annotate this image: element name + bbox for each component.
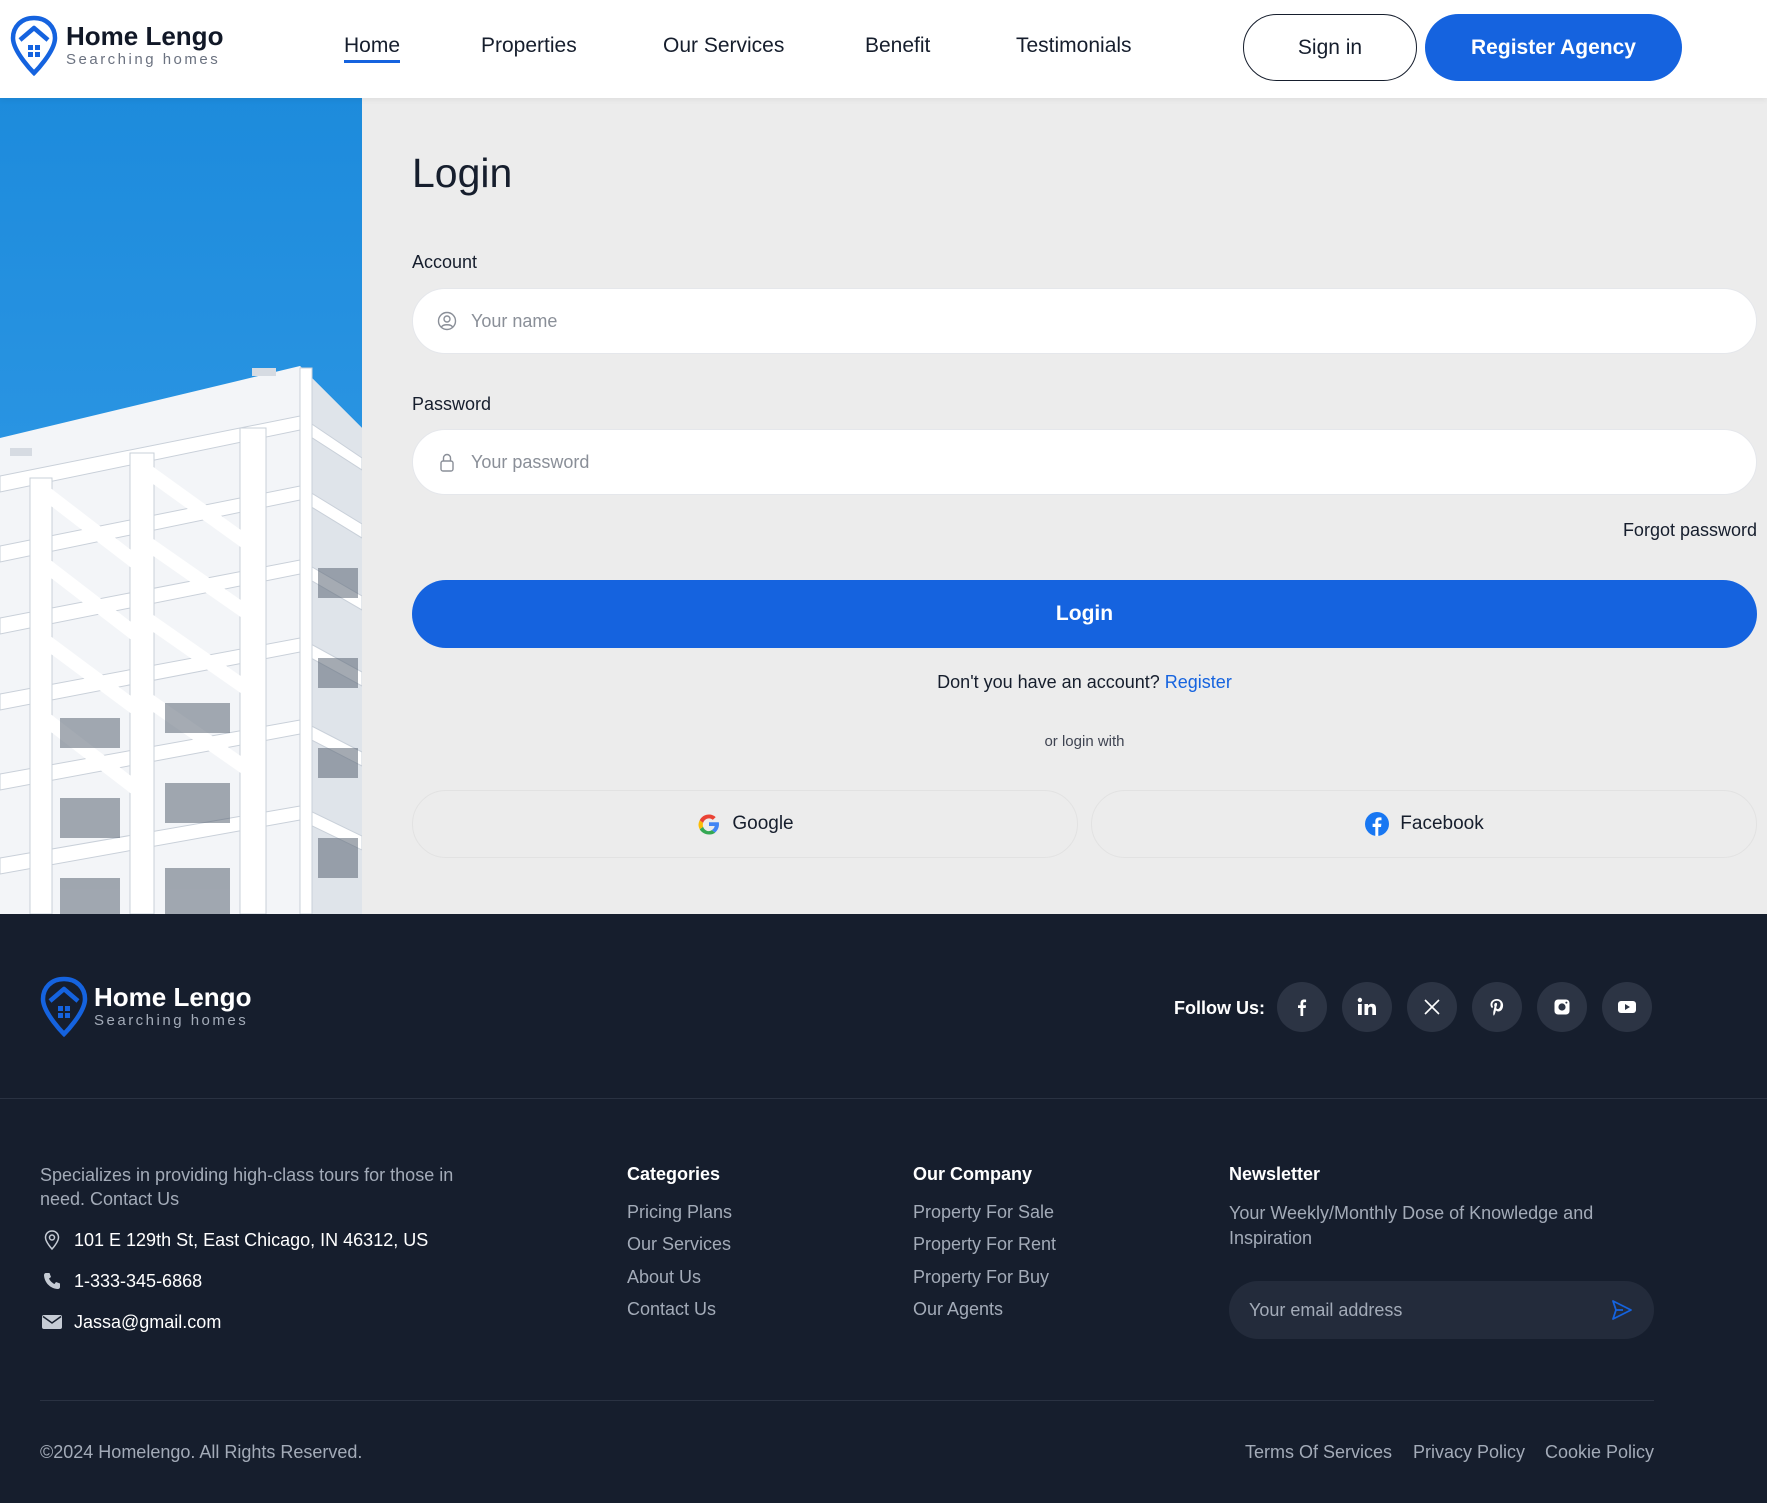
footer-divider — [0, 1098, 1767, 1099]
nav-our-services[interactable]: Our Services — [663, 34, 784, 58]
footer-logo-tagline: Searching homes — [94, 1012, 249, 1029]
address-text: 101 E 129th St, East Chicago, IN 46312, … — [74, 1229, 429, 1250]
categories-title: Categories — [627, 1164, 721, 1184]
link-our-services[interactable]: Our Services — [627, 1234, 731, 1255]
footer-bottom-divider — [40, 1400, 1654, 1401]
footer-phone[interactable]: 1-333-345-6868 — [40, 1269, 202, 1293]
account-placeholder: Your name — [471, 310, 558, 331]
instagram-icon[interactable] — [1537, 982, 1587, 1032]
register-agency-button[interactable]: Register Agency — [1425, 14, 1682, 81]
link-about-us[interactable]: About Us — [627, 1267, 701, 1288]
account-label: Account — [412, 252, 478, 272]
footer-logo-title: Home Lengo — [94, 982, 252, 1012]
link-property-for-sale[interactable]: Property For Sale — [913, 1202, 1054, 1223]
nav-benefit[interactable]: Benefit — [865, 34, 930, 58]
footer-logo[interactable]: Home Lengo Searching homes — [40, 976, 251, 1038]
password-label: Password — [412, 394, 492, 414]
lock-icon — [437, 452, 457, 472]
account-input[interactable]: Your name — [412, 288, 1757, 354]
logo-icon — [10, 15, 58, 77]
nav-home[interactable]: Home — [344, 34, 401, 63]
newsletter-text: Your Weekly/Monthly Dose of Knowledge an… — [1229, 1203, 1594, 1248]
logo-title: Home Lengo — [66, 21, 224, 51]
link-property-for-buy[interactable]: Property For Buy — [913, 1267, 1049, 1288]
site-header: Home Lengo Searching homes Home Properti… — [0, 0, 1767, 98]
linkedin-icon[interactable] — [1342, 982, 1392, 1032]
password-placeholder: Your password — [471, 451, 590, 472]
google-icon — [698, 814, 720, 835]
newsletter-title: Newsletter — [1229, 1164, 1321, 1184]
header-logo[interactable]: Home Lengo Searching homes — [10, 14, 223, 78]
phone-icon — [40, 1269, 64, 1293]
google-login-button[interactable]: Google — [412, 790, 1078, 858]
youtube-icon[interactable] — [1602, 982, 1652, 1032]
pinterest-icon[interactable] — [1472, 982, 1522, 1032]
no-account-label: Don't you have an account? — [937, 672, 1160, 692]
link-contact-us[interactable]: Contact Us — [627, 1299, 716, 1320]
user-icon — [437, 311, 457, 331]
facebook-icon[interactable] — [1277, 982, 1327, 1032]
follow-us-label: Follow Us: — [1174, 998, 1265, 1018]
google-label: Google — [732, 813, 794, 834]
newsletter-placeholder: Your email address — [1249, 1299, 1403, 1320]
nav-properties[interactable]: Properties — [481, 34, 577, 58]
privacy-policy-link[interactable]: Privacy Policy — [1413, 1442, 1525, 1463]
login-panel: Login Account Your name Password Your pa… — [362, 98, 1767, 914]
footer-email[interactable]: Jassa@gmail.com — [40, 1310, 221, 1334]
terms-link[interactable]: Terms Of Services — [1245, 1442, 1392, 1463]
facebook-label: Facebook — [1400, 813, 1484, 834]
facebook-icon — [1365, 812, 1390, 836]
link-property-for-rent[interactable]: Property For Rent — [913, 1234, 1056, 1255]
x-icon[interactable] — [1407, 982, 1457, 1032]
company-title: Our Company — [913, 1164, 1033, 1184]
building-image — [0, 98, 362, 914]
phone-text: 1-333-345-6868 — [74, 1270, 203, 1291]
cookie-policy-link[interactable]: Cookie Policy — [1545, 1442, 1654, 1463]
logo-icon — [40, 976, 88, 1038]
send-icon[interactable] — [1610, 1298, 1634, 1327]
sign-in-button[interactable]: Sign in — [1243, 14, 1417, 81]
location-pin-icon — [40, 1228, 64, 1252]
link-pricing-plans[interactable]: Pricing Plans — [627, 1202, 732, 1223]
link-our-agents[interactable]: Our Agents — [913, 1299, 1003, 1320]
password-input[interactable]: Your password — [412, 429, 1757, 495]
copyright-text: ©2024 Homelengo. All Rights Reserved. — [40, 1442, 363, 1462]
nav-testimonials[interactable]: Testimonials — [1016, 34, 1132, 58]
forgot-password-link[interactable]: Forgot password — [1623, 520, 1757, 541]
email-text: Jassa@gmail.com — [74, 1311, 222, 1332]
mail-icon — [40, 1310, 64, 1334]
facebook-login-button[interactable]: Facebook — [1091, 790, 1757, 858]
or-login-with: or login with — [1044, 733, 1125, 750]
footer-address: 101 E 129th St, East Chicago, IN 46312, … — [40, 1228, 428, 1252]
footer-about-text: Specializes in providing high-class tour… — [40, 1165, 454, 1209]
no-account-text: Don't you have an account? Register — [412, 672, 1757, 693]
logo-tagline: Searching homes — [66, 51, 221, 68]
register-link[interactable]: Register — [1165, 672, 1232, 692]
login-title: Login — [412, 150, 513, 196]
site-footer: Home Lengo Searching homes Follow Us: Sp… — [0, 914, 1767, 1503]
login-button[interactable]: Login — [412, 580, 1757, 648]
newsletter-email-input[interactable]: Your email address — [1229, 1281, 1654, 1339]
